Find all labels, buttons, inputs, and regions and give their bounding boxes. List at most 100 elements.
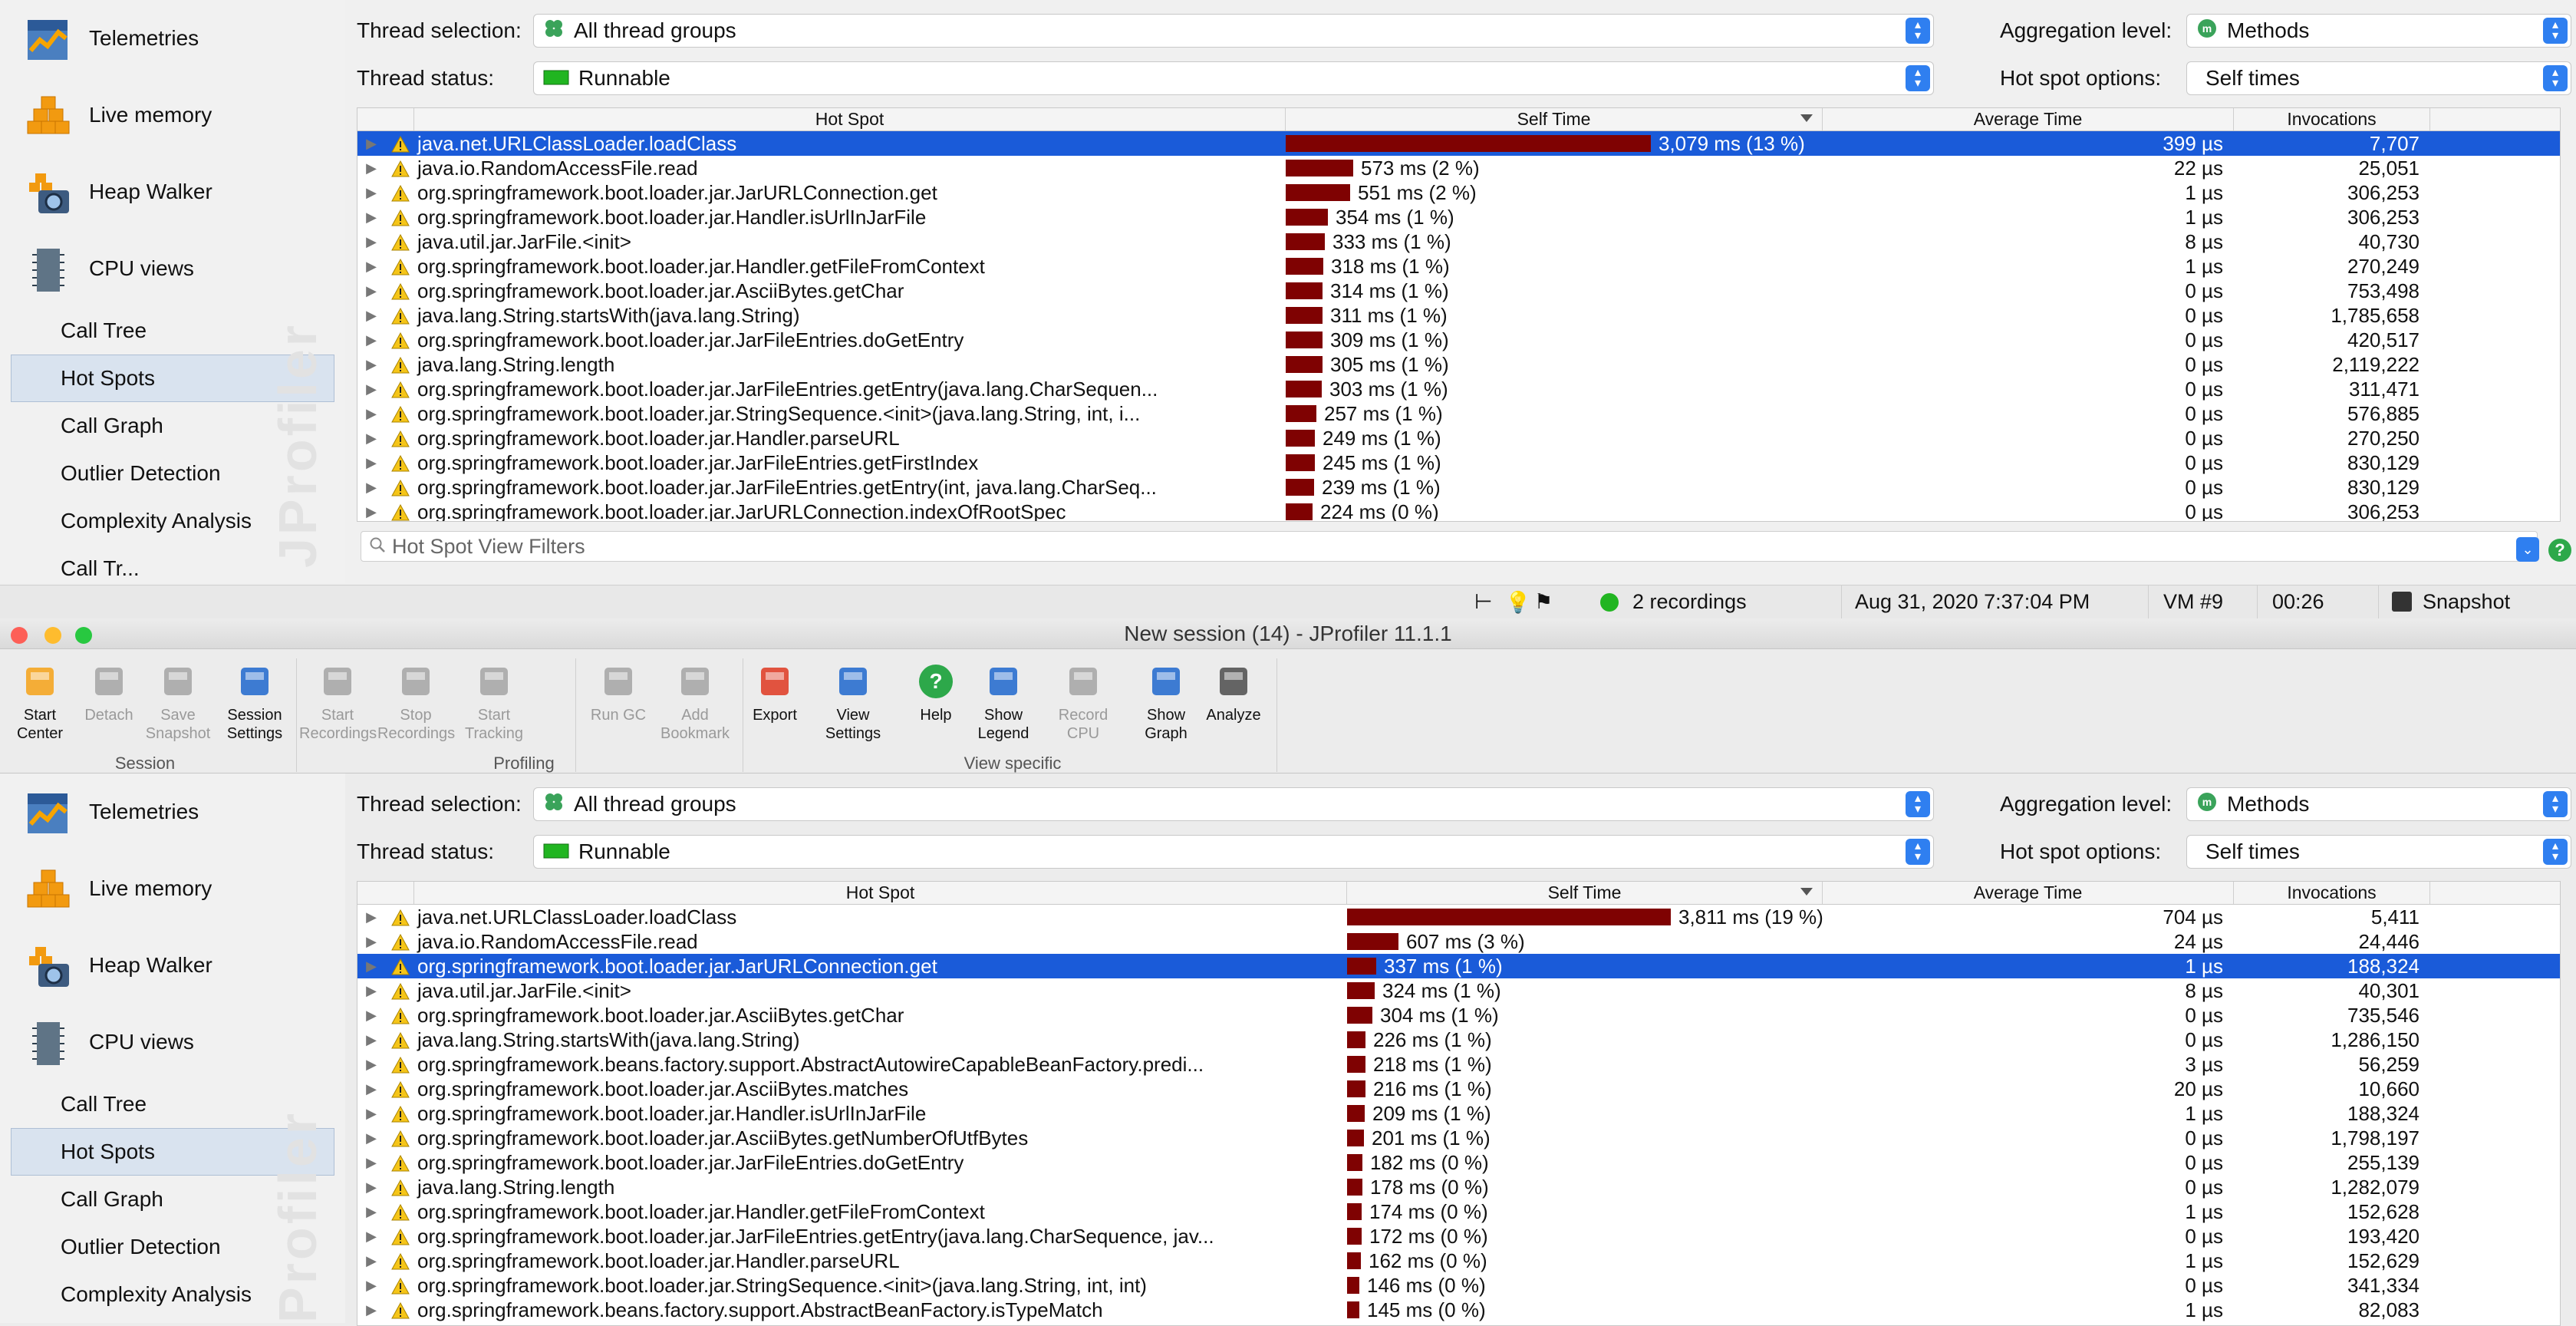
sidebar-item-heap-walker[interactable]: Heap Walker [0, 927, 345, 1004]
expand-row-icon[interactable]: ▶ [357, 381, 385, 397]
expand-row-icon[interactable]: ▶ [357, 455, 385, 471]
expand-row-icon[interactable]: ▶ [357, 909, 385, 925]
expand-row-icon[interactable]: ▶ [357, 430, 385, 447]
expand-row-icon[interactable]: ▶ [357, 1130, 385, 1146]
table-row[interactable]: ▶ org.springframework.boot.loader.jar.Jar… [357, 500, 2560, 522]
table-row[interactable]: ▶ java.lang.String.startsWith(java.lang.S… [357, 1027, 2560, 1052]
start-tracking-button[interactable]: Start Tracking [456, 661, 532, 743]
expand-row-icon[interactable]: ▶ [357, 504, 385, 520]
table-row[interactable]: ▶ org.springframework.boot.loader.jar.Jar… [357, 1224, 2560, 1248]
table-row[interactable]: ▶ java.net.URLClassLoader.loadClass 3,811 … [357, 905, 2560, 929]
minimize-window-icon[interactable] [44, 627, 61, 644]
thread-selection-dropdown[interactable]: All thread groups ▴ ▾ [533, 14, 1934, 48]
table-row[interactable]: ▶ java.lang.String.length 305 ms (1 %) 0 µs… [357, 352, 2560, 377]
table-row[interactable]: ▶ org.springframework.boot.loader.jar.Asc… [357, 1003, 2560, 1027]
expand-row-icon[interactable]: ▶ [357, 185, 385, 201]
table-row[interactable]: ▶ java.util.jar.JarFile.<init> 324 ms (1 %… [357, 978, 2560, 1003]
table-row[interactable]: ▶ org.springframework.boot.loader.jar.Han… [357, 1199, 2560, 1224]
expand-row-icon[interactable]: ▶ [357, 1081, 385, 1097]
column-header-invocations[interactable]: Invocations [2234, 882, 2430, 904]
column-header-self-time[interactable]: Self Time [1286, 108, 1823, 130]
expand-row-icon[interactable]: ▶ [357, 357, 385, 373]
hot-spot-options-dropdown[interactable]: Self times ▴ ▾ [2186, 835, 2571, 869]
aggregation-level-dropdown[interactable]: m Methods ▴ ▾ [2186, 14, 2571, 48]
expand-row-icon[interactable]: ▶ [357, 1155, 385, 1171]
thread-status-dropdown[interactable]: Runnable ▴ ▾ [533, 835, 1934, 869]
table-row[interactable]: ▶ org.springframework.boot.loader.jar.Han… [357, 1248, 2560, 1273]
help-icon[interactable]: ? [2548, 539, 2571, 562]
table-row[interactable]: ▶ org.springframework.boot.loader.jar.Jar… [357, 475, 2560, 500]
status-snapshot[interactable]: Snapshot [2423, 590, 2510, 614]
expand-row-icon[interactable]: ▶ [357, 1229, 385, 1245]
expand-row-icon[interactable]: ▶ [357, 1106, 385, 1122]
table-row[interactable]: ▶ org.springframework.beans.factory.suppo… [357, 1298, 2560, 1322]
table-row[interactable]: ▶ org.springframework.boot.loader.jar.Asc… [357, 1077, 2560, 1101]
export-button[interactable]: Export [736, 661, 813, 724]
expand-row-icon[interactable]: ▶ [357, 1302, 385, 1318]
help-button[interactable]: ? Help [898, 661, 974, 724]
sidebar-item-cpu-views[interactable]: CPU views [0, 1004, 345, 1080]
filter-dropdown-button[interactable]: ⌄ [2516, 537, 2539, 562]
column-header-average-time[interactable]: Average Time [1823, 882, 2234, 904]
expand-row-icon[interactable]: ▶ [357, 136, 385, 152]
close-window-icon[interactable] [11, 627, 28, 644]
sidebar-item-live-memory[interactable]: Live memory [0, 77, 345, 153]
show-legend-button[interactable]: Show Legend [965, 661, 1042, 743]
expand-row-icon[interactable]: ▶ [357, 209, 385, 226]
hot-spot-view-filter[interactable]: Hot Spot View Filters [361, 531, 2538, 562]
hot-spot-options-dropdown[interactable]: Self times ▴ ▾ [2186, 61, 2571, 95]
table-row[interactable]: ▶ org.springframework.boot.loader.jar.Jar… [357, 328, 2560, 352]
stop-recordings-button[interactable]: Stop Recordings [377, 661, 455, 743]
expand-row-icon[interactable]: ▶ [357, 332, 385, 348]
add-bookmark-button[interactable]: Add Bookmark [657, 661, 733, 743]
table-row[interactable]: ▶ org.springframework.boot.loader.jar.Str… [357, 1273, 2560, 1298]
aggregation-level-dropdown[interactable]: m Methods ▴ ▾ [2186, 787, 2571, 821]
table-row[interactable]: ▶ org.springframework.boot.loader.jar.Jar… [357, 954, 2560, 978]
expand-row-icon[interactable]: ▶ [357, 1278, 385, 1294]
table-row[interactable]: ▶ org.springframework.boot.loader.jar.Han… [357, 254, 2560, 279]
recordings-count[interactable]: 2 recordings [1632, 590, 1747, 614]
table-row[interactable]: ▶ org.springframework.boot.loader.jar.Jar… [357, 377, 2560, 401]
table-row[interactable]: ▶ org.springframework.beans.factory.suppo… [357, 1052, 2560, 1077]
table-row[interactable]: ▶ org.springframework.boot.loader.jar.Han… [357, 426, 2560, 450]
expand-row-icon[interactable]: ▶ [357, 283, 385, 299]
zoom-window-icon[interactable] [75, 627, 92, 644]
table-row[interactable]: ▶ java.io.RandomAccessFile.read 573 ms (2 … [357, 156, 2560, 180]
table-row[interactable]: ▶ org.springframework.boot.loader.jar.Jar… [357, 1150, 2560, 1175]
table-row[interactable]: ▶ org.springframework.boot.loader.jar.Jar… [357, 450, 2560, 475]
analyze-button[interactable]: Analyze [1195, 661, 1272, 724]
column-header-average-time[interactable]: Average Time [1823, 108, 2234, 130]
start-recordings-button[interactable]: Start Recordings [299, 661, 377, 743]
sidebar-item-cpu-views[interactable]: CPU views [0, 230, 345, 307]
table-row[interactable]: ▶ org.springframework.boot.loader.jar.Jar… [357, 180, 2560, 205]
record-cpu-button[interactable]: Record CPU [1045, 661, 1122, 743]
expand-row-icon[interactable]: ▶ [357, 234, 385, 250]
expand-row-icon[interactable]: ▶ [357, 1032, 385, 1048]
expand-row-icon[interactable]: ▶ [357, 1008, 385, 1024]
sidebar-item-telemetries[interactable]: Telemetries [0, 0, 345, 77]
expand-row-icon[interactable]: ▶ [357, 934, 385, 950]
expand-row-icon[interactable]: ▶ [357, 983, 385, 999]
expand-row-icon[interactable]: ▶ [357, 160, 385, 176]
table-row[interactable]: ▶ java.util.jar.JarFile.<init> 333 ms (1 %… [357, 229, 2560, 254]
table-row[interactable]: ▶ java.lang.String.startsWith(java.lang.S… [357, 303, 2560, 328]
expand-row-icon[interactable]: ▶ [357, 958, 385, 975]
table-row[interactable]: ▶ java.lang.String.length 178 ms (0 %) 0 µs… [357, 1175, 2560, 1199]
save-snapshot-button[interactable]: Save Snapshot [140, 661, 216, 743]
column-header-hot-spot[interactable]: Hot Spot [414, 108, 1286, 130]
expand-row-icon[interactable]: ▶ [357, 1204, 385, 1220]
detach-button[interactable]: Detach [71, 661, 147, 724]
column-header-self-time[interactable]: Self Time [1347, 882, 1823, 904]
table-row[interactable]: ▶ org.springframework.boot.loader.jar.Asc… [357, 1126, 2560, 1150]
session-settings-button[interactable]: Session Settings [216, 661, 293, 743]
thread-selection-dropdown[interactable]: All thread groups ▴ ▾ [533, 787, 1934, 821]
table-row[interactable]: ▶ java.net.URLClassLoader.loadClass 3,079 … [357, 131, 2560, 156]
expand-row-icon[interactable]: ▶ [357, 308, 385, 324]
show-graph-button[interactable]: Show Graph [1128, 661, 1204, 743]
table-row[interactable]: ▶ java.io.RandomAccessFile.read 607 ms (3 … [357, 929, 2560, 954]
column-header-invocations[interactable]: Invocations [2234, 108, 2430, 130]
table-row[interactable]: ▶ org.springframework.boot.loader.jar.Asc… [357, 279, 2560, 303]
thread-status-dropdown[interactable]: Runnable ▴ ▾ [533, 61, 1934, 95]
column-header-hot-spot[interactable]: Hot Spot [414, 882, 1347, 904]
table-row[interactable]: ▶ org.springframework.boot.loader.jar.Han… [357, 205, 2560, 229]
